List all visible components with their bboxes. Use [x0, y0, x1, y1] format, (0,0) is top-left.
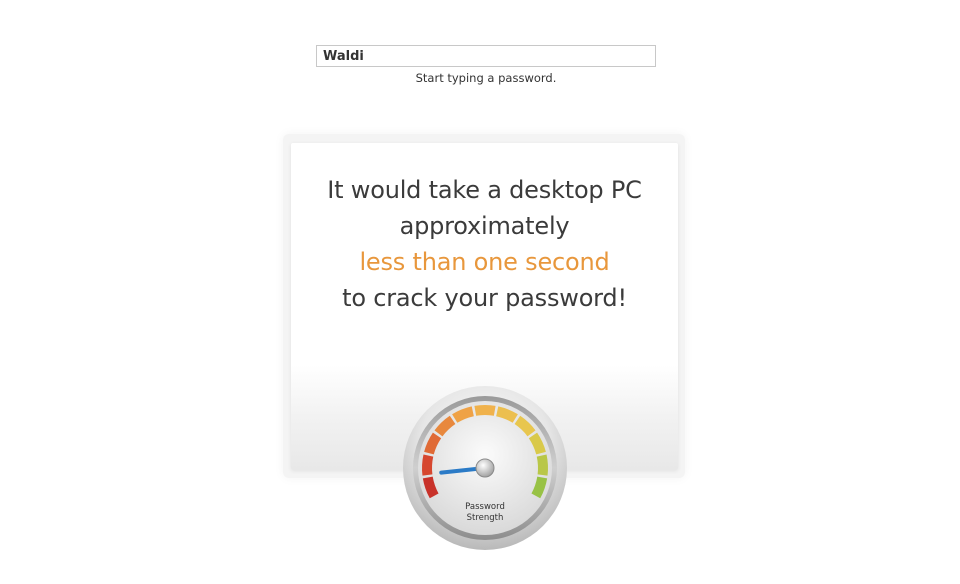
- message-line-2: approximately: [399, 212, 570, 240]
- gauge-segment: [474, 405, 496, 416]
- gauge-segment: [536, 454, 548, 476]
- page: Start typing a password. It would take a…: [0, 0, 960, 584]
- password-input[interactable]: [316, 45, 656, 67]
- gauge-label-line-2: Strength: [467, 513, 504, 523]
- password-strength-gauge: Password Strength: [403, 386, 567, 550]
- gauge-label-line-1: Password: [465, 502, 505, 512]
- message-line-1: It would take a desktop PC: [327, 176, 642, 204]
- message-line-4: to crack your password!: [342, 284, 627, 312]
- gauge-segment: [422, 454, 434, 476]
- password-hint: Start typing a password.: [415, 71, 557, 85]
- crack-time-message: It would take a desktop PC approximately…: [291, 172, 678, 316]
- gauge-hub: [475, 458, 495, 478]
- crack-time-value: less than one second: [359, 248, 610, 276]
